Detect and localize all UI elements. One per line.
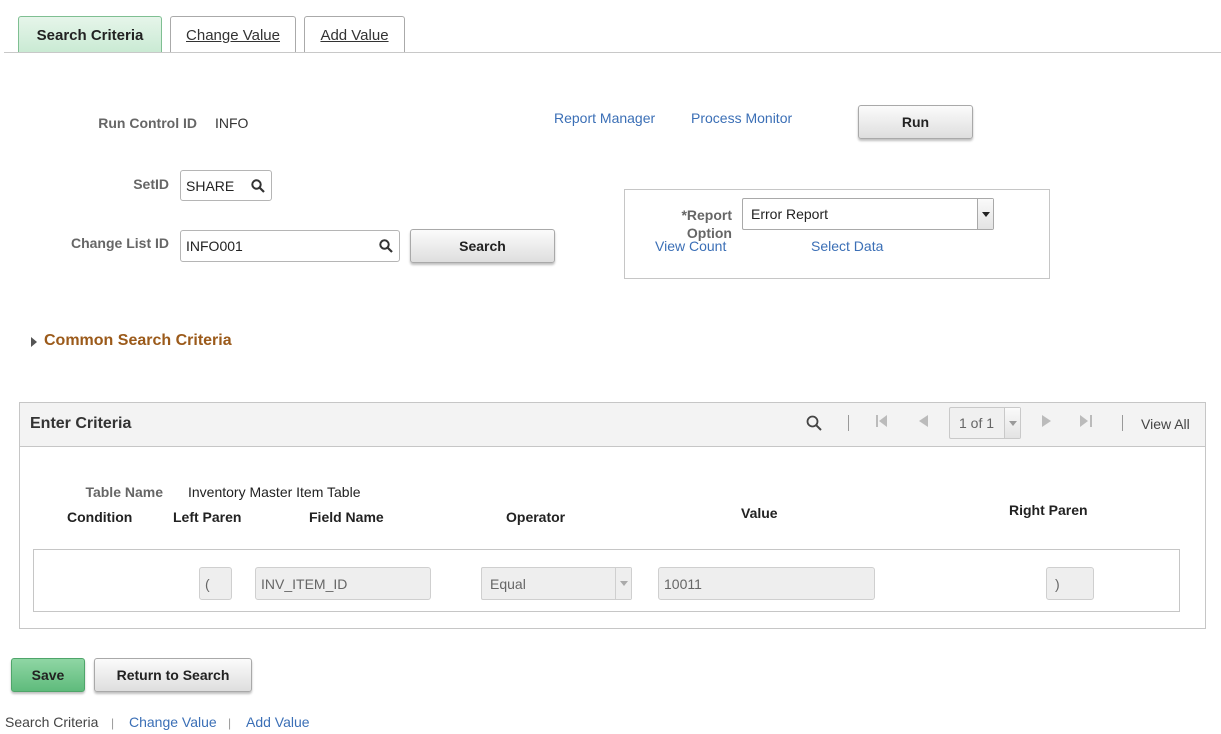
footer-link-change-value[interactable]: Change Value (129, 714, 217, 730)
footer-link-search-criteria: Search Criteria (5, 714, 99, 730)
tab-label: Search Criteria (36, 26, 144, 44)
footer-separator: | (228, 716, 232, 730)
return-to-search-button[interactable]: Return to Search (94, 658, 252, 692)
tab-label: Change Value (186, 26, 280, 44)
operator-select: Equal (481, 567, 632, 600)
search-button[interactable]: Search (410, 229, 555, 263)
grid-title: Enter Criteria (30, 415, 132, 432)
table-name-label: Table Name (85, 484, 163, 500)
divider (1122, 415, 1123, 431)
report-option-label: *Report Option (660, 206, 732, 242)
process-monitor-link[interactable]: Process Monitor (691, 110, 792, 126)
column-header-value: Value (741, 505, 778, 521)
right-paren-field: ) (1046, 567, 1094, 600)
chevron-down-icon[interactable] (1004, 408, 1020, 438)
change-list-field[interactable]: INFO001 (180, 230, 400, 262)
return-to-search-label: Return to Search (116, 667, 230, 683)
run-control-value: INFO (215, 115, 249, 131)
search-icon[interactable] (373, 231, 399, 261)
view-all-link[interactable]: View All (1141, 416, 1190, 432)
search-button-label: Search (459, 238, 506, 254)
first-page-icon[interactable] (876, 415, 888, 430)
footer-link-add-value[interactable]: Add Value (246, 714, 310, 730)
last-page-icon[interactable] (1080, 415, 1092, 430)
chevron-down-icon[interactable] (977, 199, 993, 229)
column-header-field-name: Field Name (309, 509, 384, 525)
save-button-label: Save (31, 667, 65, 683)
left-paren-field: ( (199, 567, 232, 600)
setid-label: SetID (133, 176, 169, 192)
field-name-field: INV_ITEM_ID (255, 567, 431, 600)
run-control-label: Run Control ID (98, 115, 197, 131)
footer-separator: | (111, 716, 115, 730)
column-header-right-paren: Right Paren (1009, 502, 1088, 518)
column-header-operator: Operator (506, 509, 566, 525)
common-search-criteria-toggle[interactable]: Common Search Criteria (44, 332, 232, 350)
page-select[interactable]: 1 of 1 (949, 407, 1021, 439)
change-list-label: Change List ID (70, 235, 169, 251)
search-icon[interactable] (806, 415, 822, 434)
table-name-value: Inventory Master Item Table (188, 484, 361, 500)
page-indicator: 1 of 1 (959, 415, 995, 431)
tab-change-value[interactable]: Change Value (170, 16, 296, 53)
next-page-icon[interactable] (1042, 415, 1051, 430)
tab-divider (4, 52, 1221, 53)
run-button-label: Run (901, 114, 930, 130)
select-data-link[interactable]: Select Data (811, 238, 883, 254)
setid-field[interactable]: SHARE (180, 170, 272, 201)
report-option-select[interactable]: Error Report (742, 198, 994, 230)
report-option-value: Error Report (751, 206, 829, 222)
search-icon[interactable] (245, 171, 271, 200)
change-list-value: INFO001 (186, 238, 243, 254)
previous-page-icon[interactable] (919, 415, 928, 430)
tab-label: Add Value (320, 26, 389, 44)
expand-triangle-icon[interactable] (31, 334, 37, 350)
setid-value: SHARE (186, 177, 235, 194)
value-field: 10011 (658, 567, 875, 600)
divider (848, 415, 849, 431)
enter-criteria-header (19, 402, 1206, 447)
column-header-condition: Condition (67, 509, 133, 525)
run-button[interactable]: Run (858, 105, 973, 139)
column-header-left-paren: Left Paren (173, 509, 242, 525)
save-button[interactable]: Save (11, 658, 85, 692)
report-option-label-line1: *Report (681, 207, 732, 223)
report-manager-link[interactable]: Report Manager (554, 110, 655, 126)
tab-add-value[interactable]: Add Value (304, 16, 405, 53)
tab-search-criteria[interactable]: Search Criteria (18, 16, 162, 53)
operator-value: Equal (490, 575, 526, 592)
chevron-down-icon (615, 568, 631, 599)
view-count-link[interactable]: View Count (655, 238, 726, 254)
